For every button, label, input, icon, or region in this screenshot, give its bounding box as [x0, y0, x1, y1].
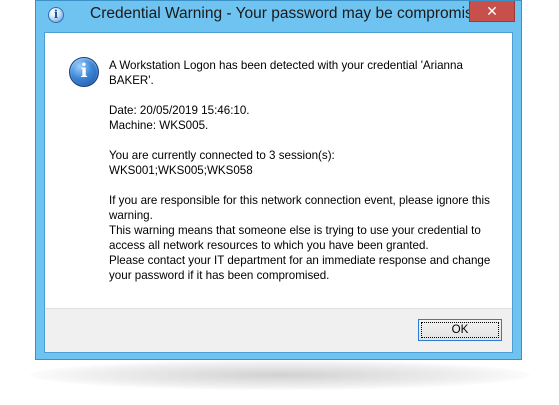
message-paragraph-account: A Workstation Logon has been detected wi… [109, 58, 494, 88]
message-paragraph-instructions: If you are responsible for this network … [109, 193, 494, 283]
message-date: Date: 20/05/2019 15:46:10. [109, 104, 250, 117]
message-text: A Workstation Logon has been detected wi… [109, 58, 494, 283]
ok-button[interactable]: OK [418, 319, 502, 341]
window-shadow [30, 360, 530, 390]
dialog-content: i A Workstation Logon has been detected … [44, 32, 513, 353]
focus-ring [421, 322, 499, 338]
title-bar[interactable]: i Credential Warning - Your password may… [36, 1, 521, 32]
credential-warning-dialog: i Credential Warning - Your password may… [35, 0, 522, 360]
button-bar: OK [45, 308, 512, 352]
window-title: Credential Warning - Your password may b… [90, 5, 491, 22]
message-paragraph-details: Date: 20/05/2019 15:46:10. Machine: WKS0… [109, 103, 494, 133]
message-paragraph-sessions: You are currently connected to 3 session… [109, 148, 494, 178]
message-machine: Machine: WKS005. [109, 119, 209, 132]
message-session-list: WKS001;WKS005;WKS058 [109, 164, 253, 177]
message-line: This warning means that someone else is … [109, 224, 481, 252]
info-icon: i [69, 57, 99, 87]
info-icon: i [48, 7, 64, 23]
close-button[interactable]: ✕ [469, 1, 515, 22]
message-session-count: You are currently connected to 3 session… [109, 149, 335, 162]
message-line: If you are responsible for this network … [109, 194, 490, 222]
message-line: Please contact your IT department for an… [109, 254, 491, 282]
message-line: A Workstation Logon has been detected wi… [109, 59, 463, 87]
